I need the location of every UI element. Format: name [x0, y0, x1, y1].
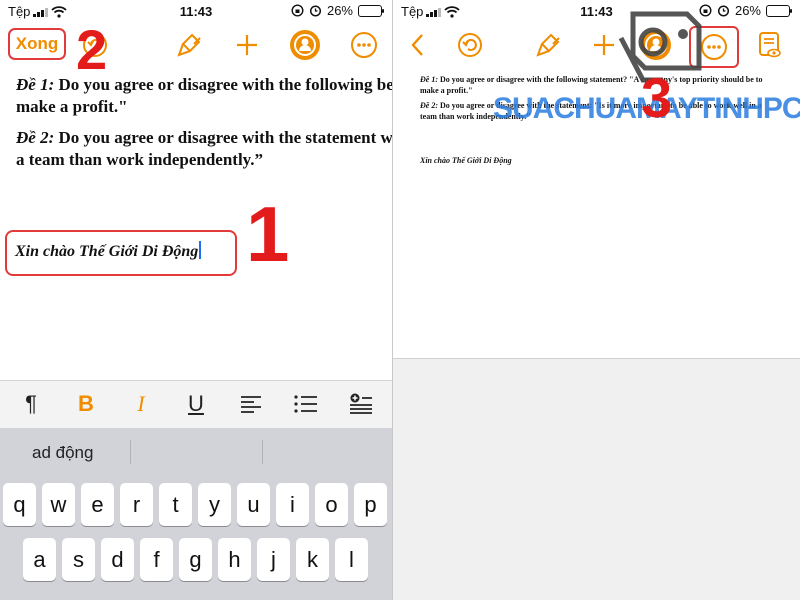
more-icon[interactable]	[348, 29, 380, 61]
topic-1-text: Do you agree or disagree with the follow…	[16, 75, 392, 116]
key-u[interactable]: u	[237, 483, 270, 526]
topic-2-label: Đề 2:	[16, 128, 55, 147]
greeting-text: Xin chào Thế Giới Di Động	[420, 156, 512, 165]
status-bar: Tệp 11:43 26%	[393, 0, 800, 22]
greeting-text[interactable]: Xin chào Thế Giới Di Động	[15, 241, 202, 261]
topic-2-label: Đề 2:	[420, 101, 438, 110]
key-q[interactable]: q	[3, 483, 36, 526]
key-y[interactable]: y	[198, 483, 231, 526]
suggestion-divider	[130, 440, 131, 464]
key-e[interactable]: e	[81, 483, 114, 526]
bullet-list-icon[interactable]	[291, 389, 321, 419]
editor-toolbar: Xong	[0, 22, 392, 68]
key-g[interactable]: g	[179, 538, 212, 581]
underline-button[interactable]: U	[181, 389, 211, 419]
keyboard: ad động qwertyuiop asdfghjkl	[0, 428, 392, 600]
alarm-icon	[309, 5, 322, 17]
greeting-text-content: Xin chào Thế Giới Di Động	[15, 243, 199, 260]
battery-icon	[358, 4, 384, 17]
lock-rotation-icon	[291, 4, 304, 17]
key-j[interactable]: j	[257, 538, 290, 581]
key-d[interactable]: d	[101, 538, 134, 581]
paragraph-icon[interactable]: ¶	[16, 389, 46, 419]
key-r[interactable]: r	[120, 483, 153, 526]
battery-percent: 26%	[734, 3, 761, 18]
topic-1-label: Đề 1:	[420, 75, 438, 84]
paintbrush-icon[interactable]	[533, 30, 563, 60]
paintbrush-icon[interactable]	[174, 30, 204, 60]
status-bar: Tệp 11:43 26%	[0, 0, 392, 22]
align-left-icon[interactable]	[236, 389, 266, 419]
key-h[interactable]: h	[218, 538, 251, 581]
key-s[interactable]: s	[62, 538, 95, 581]
back-icon[interactable]	[403, 30, 431, 60]
topic-2-paragraph: Đề 2: Do you agree or disagree with the …	[16, 127, 392, 171]
suggestion-item[interactable]: ad động	[32, 443, 93, 463]
document-body[interactable]: Đề 1: Do you agree or disagree with the …	[0, 68, 392, 380]
key-w[interactable]: w	[42, 483, 75, 526]
alarm-icon	[717, 5, 730, 17]
battery-icon	[766, 4, 792, 17]
topic-2-text: Do you agree or disagree with the statem…	[16, 128, 392, 169]
key-t[interactable]: t	[159, 483, 192, 526]
done-button[interactable]: Xong	[8, 28, 66, 60]
document-toolbar	[393, 22, 800, 68]
italic-button[interactable]: I	[126, 389, 156, 419]
key-a[interactable]: a	[23, 538, 56, 581]
format-bar: ¶ B I U	[0, 380, 392, 429]
insert-icon[interactable]	[346, 389, 376, 419]
key-p[interactable]: p	[354, 483, 387, 526]
suggestion-divider	[262, 440, 263, 464]
undo-icon[interactable]	[455, 30, 485, 60]
suggestion-bar: ad động	[0, 428, 392, 478]
document-view-icon[interactable]	[755, 30, 785, 60]
step-2-marker: 2	[76, 18, 108, 81]
topic-1-label: Đề 1:	[16, 75, 55, 94]
key-l[interactable]: l	[335, 538, 368, 581]
plus-icon[interactable]	[232, 30, 262, 60]
step-3-marker: 3	[641, 66, 673, 129]
collaborate-icon[interactable]	[288, 28, 322, 62]
step-1-marker: 1	[246, 190, 290, 278]
key-i[interactable]: i	[276, 483, 309, 526]
topic-1-paragraph: Đề 1: Do you agree or disagree with the …	[16, 74, 392, 118]
text-cursor	[199, 241, 202, 259]
preview-screen: Tệp 11:43 26% Đề 1: Do you agree or disa…	[393, 0, 800, 600]
empty-canvas	[393, 359, 800, 600]
battery-percent: 26%	[326, 3, 353, 18]
bold-button[interactable]: B	[71, 389, 101, 419]
key-f[interactable]: f	[140, 538, 173, 581]
editing-screen: Tệp 11:43 26% Xong Đề 1: Do you agree or…	[0, 0, 393, 600]
key-o[interactable]: o	[315, 483, 348, 526]
key-k[interactable]: k	[296, 538, 329, 581]
